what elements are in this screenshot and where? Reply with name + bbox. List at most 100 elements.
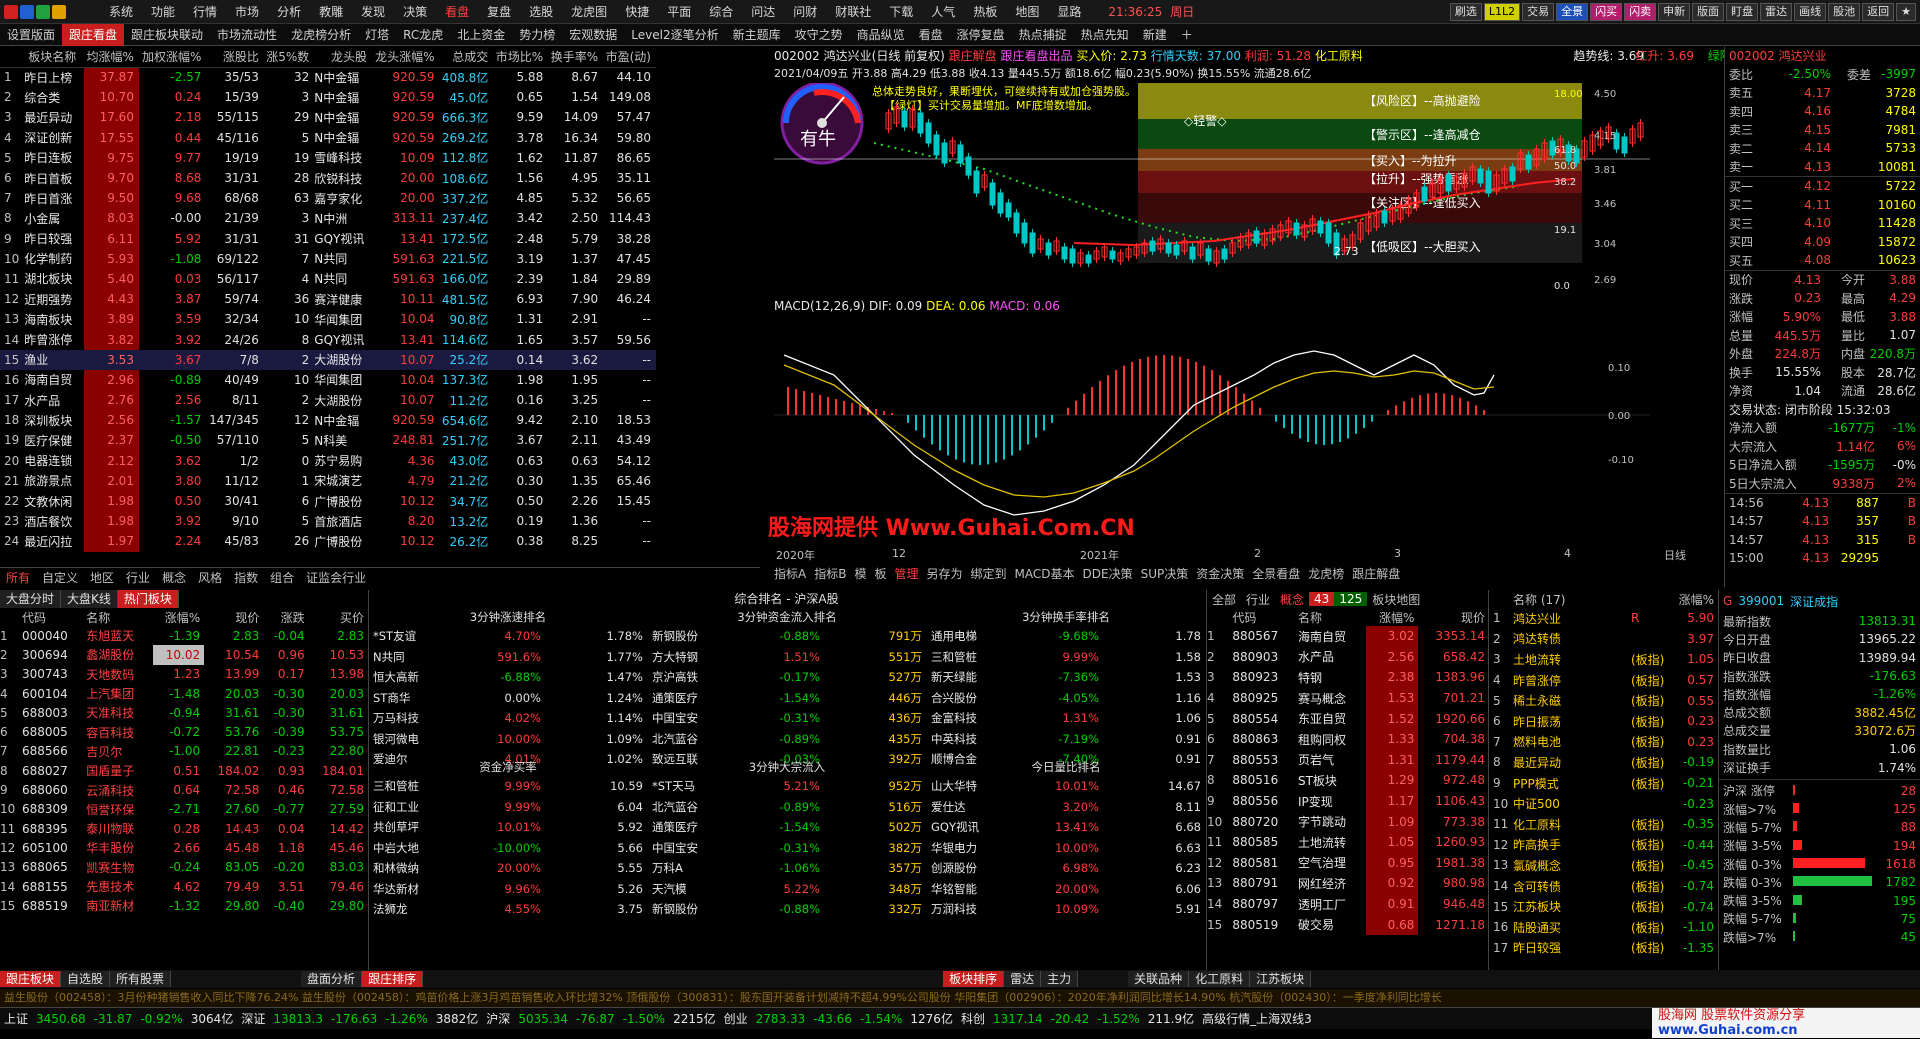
sector-row[interactable]: 4 深证创新 17.55 0.44 45/116 5 N中金辐 920.59 269.2亿 3.7…: [0, 127, 656, 148]
menu-19[interactable]: 人气: [922, 3, 964, 20]
toolbar-button-4[interactable]: 闪买: [1590, 2, 1623, 21]
rank-row[interactable]: 共创草坪 10.01% 5.92: [369, 817, 647, 838]
hot-row[interactable]: 11 688395 泰川物联 0.28 14.43 0.04 14.42: [0, 819, 368, 838]
concept-col-3[interactable]: 涨幅%: [1366, 608, 1418, 626]
hot-row[interactable]: 8 688027 国盾量子 0.51 184.02 0.93 184.01: [0, 761, 368, 780]
rank-row[interactable]: 华铭智能 20.00% 6.06: [927, 879, 1205, 900]
sector-row[interactable]: 9 昨日较强 6.11 5.92 31/31 31 GQY视讯 13.41 172.5亿 2.48…: [0, 228, 656, 249]
hot-row[interactable]: 6 688005 容百科技 -0.72 53.76 -0.39 53.75: [0, 722, 368, 741]
menu-3[interactable]: 市场: [226, 3, 268, 20]
sector-col-10[interactable]: 换手率%: [548, 47, 604, 68]
concept-row[interactable]: 14 880797 透明工厂 0.91 946.48: [1207, 893, 1489, 915]
sector-row[interactable]: 24 最近闪拉 1.97 2.24 45/83 26 广博股份 10.12 26.2亿 0.38 8…: [0, 531, 656, 552]
menu-18[interactable]: 下载: [880, 3, 922, 20]
toolbar-button-13[interactable]: ★: [1896, 2, 1916, 21]
toolbar-button-6[interactable]: 申新: [1658, 2, 1691, 21]
hot-col-6[interactable]: 买价: [309, 608, 368, 626]
tab-14[interactable]: 看盘: [912, 24, 950, 46]
bottom-tab-10[interactable]: 江苏板块: [1250, 971, 1312, 987]
sector-row[interactable]: 13 海南板块 3.89 3.59 32/34 10 华闻集团 10.04 90.8亿 1.31 2…: [0, 309, 656, 330]
rank-row[interactable]: 三和管桩 9.99% 1.58: [927, 647, 1205, 668]
tab-4[interactable]: 龙虎榜分析: [284, 24, 358, 46]
rank-row[interactable]: 天汽模 5.22% 348万: [648, 879, 926, 900]
hot-tab-0[interactable]: 大盘分时: [0, 590, 62, 608]
chart-tool-5[interactable]: 另存为: [927, 567, 963, 581]
rank-row[interactable]: 万润科技 10.09% 5.91: [927, 899, 1205, 920]
tab-16[interactable]: 热点捕捉: [1012, 24, 1074, 46]
rank-row[interactable]: 万科A -1.06% 357万: [648, 858, 926, 879]
concept-col-4[interactable]: 现价: [1418, 608, 1489, 626]
sector-row[interactable]: 23 酒店餐饮 1.98 3.92 9/10 5 首旅酒店 8.20 13.2亿 0.19 1.36…: [0, 511, 656, 532]
menu-1[interactable]: 功能: [142, 3, 184, 20]
category-tab-1[interactable]: 自定义: [36, 569, 84, 586]
menu-5[interactable]: 教雕: [310, 3, 352, 20]
concept-tab-0[interactable]: 全部: [1207, 591, 1241, 608]
plate-row[interactable]: 17 昨日较强 (板指) -1.35: [1489, 938, 1718, 959]
rank-row[interactable]: 通策医疗 -1.54% 446万: [648, 688, 926, 709]
rank-row[interactable]: 法狮龙 4.55% 3.75: [369, 899, 647, 920]
tab-6[interactable]: RC龙虎: [396, 24, 450, 46]
category-tab-2[interactable]: 地区: [84, 569, 120, 586]
plate-row[interactable]: 3 土地流转 (板指) 1.05: [1489, 649, 1718, 670]
sector-col-8[interactable]: 总成交: [439, 47, 494, 68]
bottom-tab-7[interactable]: 主力: [1041, 971, 1079, 987]
hot-col-3[interactable]: 涨幅%: [153, 608, 204, 626]
menu-6[interactable]: 发现: [352, 3, 394, 20]
hot-row[interactable]: 13 688065 凯赛生物 -0.24 83.05 -0.20 83.03: [0, 858, 368, 877]
menu-22[interactable]: 显路: [1048, 3, 1090, 20]
hot-col-0[interactable]: [0, 608, 22, 626]
category-tab-4[interactable]: 概念: [156, 569, 192, 586]
rank-row[interactable]: 征和工业 9.99% 6.04: [369, 797, 647, 818]
menu-4[interactable]: 分析: [268, 3, 310, 20]
plate-row[interactable]: 2 鸿达转债 3.97: [1489, 629, 1718, 650]
tab-3[interactable]: 市场流动性: [210, 24, 284, 46]
chart-tool-6[interactable]: 绑定到: [971, 567, 1007, 581]
concept-row[interactable]: 15 880519 破交易 0.68 1271.18: [1207, 914, 1489, 935]
chart-tool-12[interactable]: 龙虎榜: [1308, 567, 1344, 581]
rank-row[interactable]: 恒大高新 -6.88% 1.47%: [369, 667, 647, 688]
sector-row[interactable]: 10 化学制药 5.93 -1.08 69/122 7 N共同 591.63 221.5亿 3.1…: [0, 248, 656, 269]
header-item-0[interactable]: 跟庄解盘: [949, 49, 997, 63]
rank-row[interactable]: 新天绿能 -7.36% 1.53: [927, 667, 1205, 688]
sector-row[interactable]: 7 昨日首涨 9.50 9.68 68/68 63 嘉亨家化 20.00 337.2亿 4.85 5…: [0, 188, 656, 209]
tab-17[interactable]: 热点先知: [1074, 24, 1136, 46]
hot-row[interactable]: 4 600104 上汽集团 -1.48 20.03 -0.30 20.03: [0, 684, 368, 703]
category-tab-6[interactable]: 指数: [228, 569, 264, 586]
bottom-tab-1[interactable]: 自选股: [61, 971, 111, 987]
tab-13[interactable]: 商品纵览: [850, 24, 912, 46]
category-tab-8[interactable]: 证监会行业: [300, 569, 372, 586]
rank-row[interactable]: 爱仕达 3.20% 8.11: [927, 797, 1205, 818]
category-tab-0[interactable]: 所有: [0, 569, 36, 586]
menu-10[interactable]: 选股: [520, 3, 562, 20]
tab-10[interactable]: Level2逐笔分析: [624, 24, 725, 46]
rank-row[interactable]: N共同 591.6% 1.77%: [369, 647, 647, 668]
menu-15[interactable]: 问达: [742, 3, 784, 20]
hot-col-2[interactable]: 名称: [86, 608, 153, 626]
toolbar-button-11[interactable]: 股池: [1828, 2, 1861, 21]
tab-1[interactable]: 跟庄看盘: [62, 23, 125, 46]
hot-row[interactable]: 12 605100 华丰股份 2.66 45.48 1.18 45.46: [0, 838, 368, 857]
menu-17[interactable]: 财联社: [826, 3, 880, 20]
bottom-tab-8[interactable]: 关联品种: [1128, 971, 1190, 987]
chart-tool-8[interactable]: DDE决策: [1083, 567, 1133, 581]
rank-row[interactable]: 北汽蓝谷 -0.89% 516万: [648, 797, 926, 818]
toolbar-button-9[interactable]: 雷达: [1760, 2, 1793, 21]
concept-row[interactable]: 12 880581 空气治理 0.95 1981.38: [1207, 852, 1489, 874]
hot-row[interactable]: 15 688519 南亚新材 -1.32 29.80 -0.40 29.80: [0, 896, 368, 915]
hot-tab-2[interactable]: 热门板块: [117, 590, 179, 608]
tab-9[interactable]: 宏观数据: [562, 24, 624, 46]
chart-tool-1[interactable]: 指标B: [814, 567, 846, 581]
hot-row[interactable]: 5 688003 天准科技 -0.94 31.61 -0.30 31.61: [0, 703, 368, 722]
rank-row[interactable]: 山大华特 10.01% 14.67: [927, 776, 1205, 797]
hot-row[interactable]: 9 688060 云涌科技 0.64 72.58 0.46 72.58: [0, 780, 368, 799]
hot-col-4[interactable]: 现价: [204, 608, 263, 626]
toolbar-button-12[interactable]: 返回: [1862, 2, 1895, 21]
toolbar-button-0[interactable]: 刷选: [1449, 2, 1482, 21]
sector-row[interactable]: 5 昨日连板 9.75 9.77 19/19 19 雪峰科技 10.09 112.8亿 1.62 1…: [0, 147, 656, 168]
menu-11[interactable]: 龙虎图: [562, 3, 616, 20]
chart-tool-11[interactable]: 全景看盘: [1252, 567, 1300, 581]
plate-row[interactable]: 14 含可转债 (板指) -0.74: [1489, 876, 1718, 897]
rank-row[interactable]: 中岩大地 -10.00% 5.66: [369, 838, 647, 859]
concept-tab-5[interactable]: 板块地图: [1367, 591, 1425, 608]
menu-16[interactable]: 问财: [784, 3, 826, 20]
